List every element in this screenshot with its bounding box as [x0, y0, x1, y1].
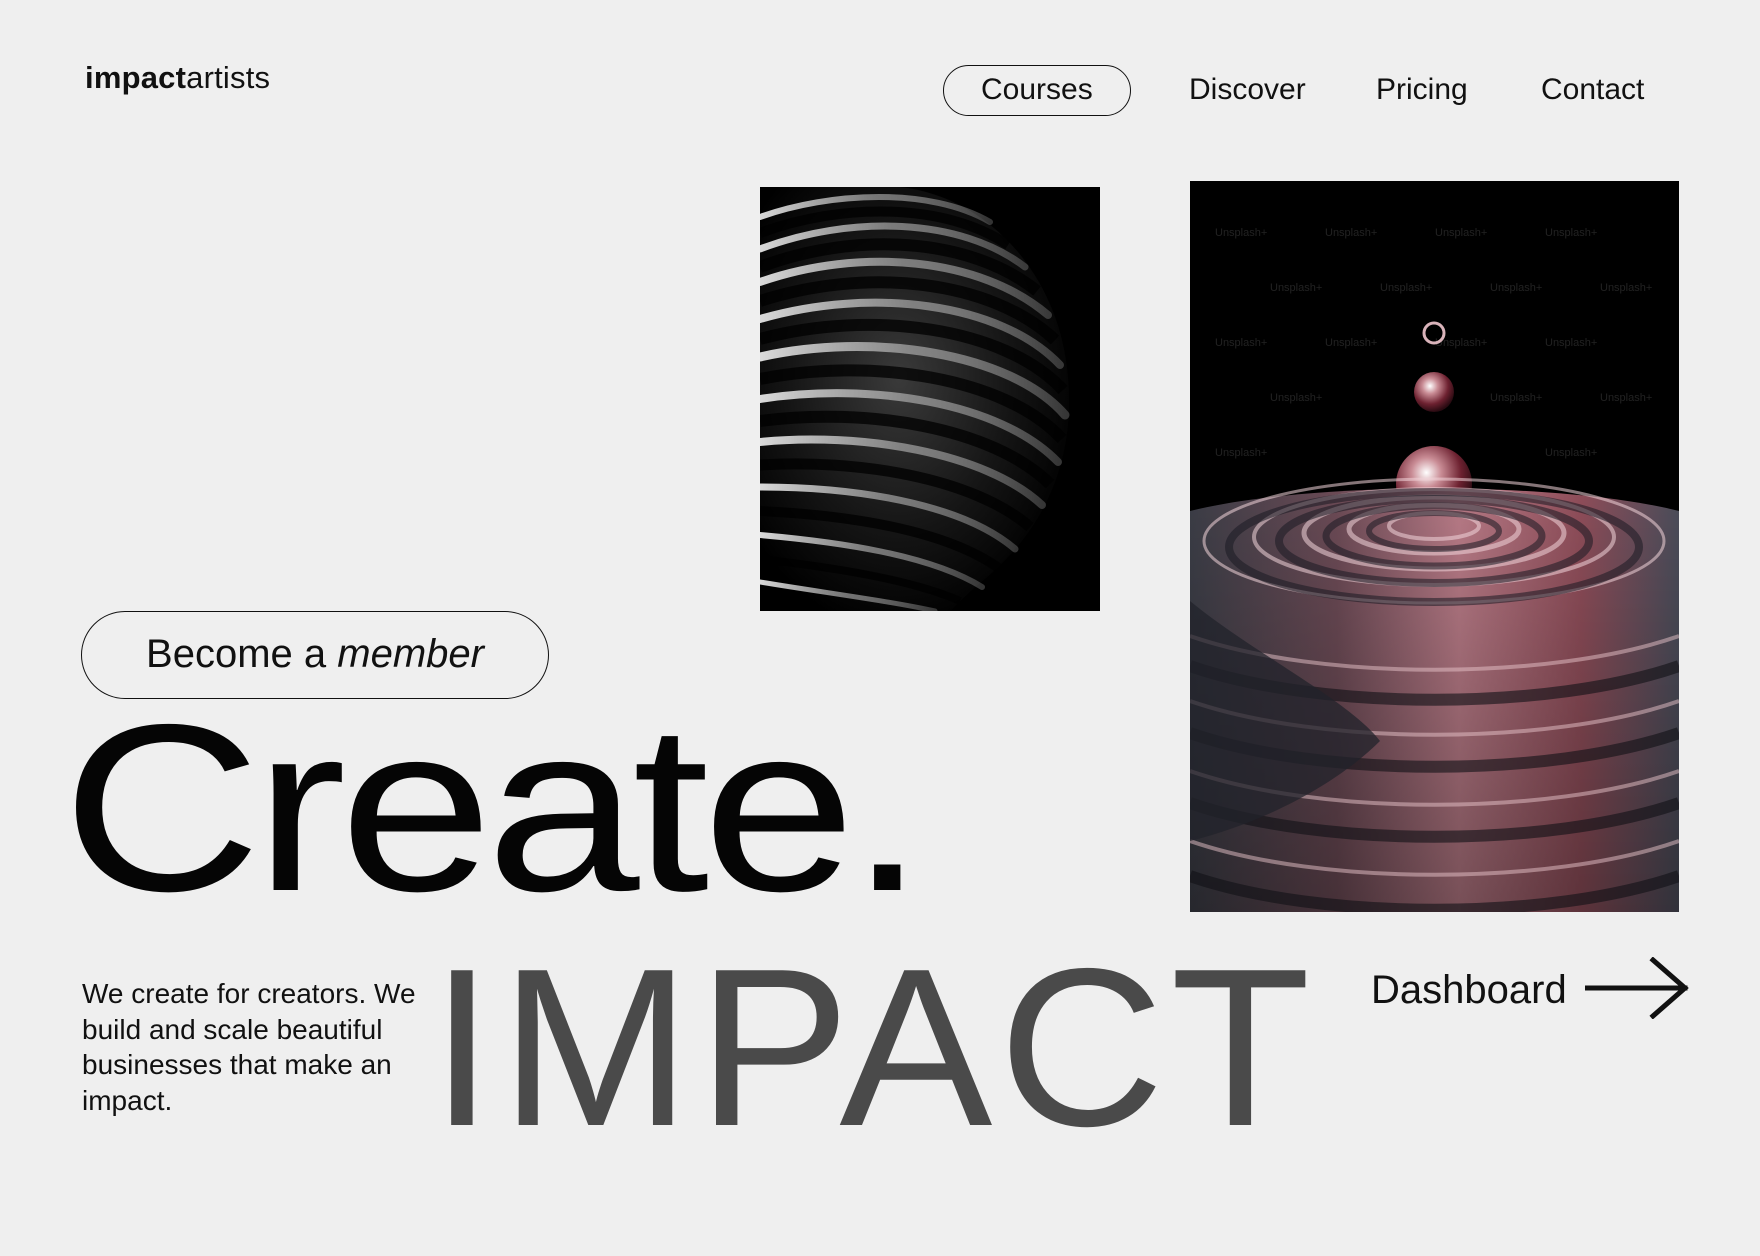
watermark-text: Unsplash+	[1545, 447, 1597, 459]
watermark-text: Unsplash+	[1435, 227, 1487, 239]
liquid-drop-image: Unsplash+ Unsplash+ Unsplash+ Unsplash+ …	[1190, 181, 1679, 912]
watermark-text: Unsplash+	[1215, 337, 1267, 349]
watermark-text: Unsplash+	[1325, 337, 1377, 349]
watermark-text: Unsplash+	[1325, 227, 1377, 239]
hero-big-word: IMPACT	[430, 921, 1317, 1173]
nav-item-courses[interactable]: Courses	[943, 65, 1131, 116]
watermark-text: Unsplash+	[1215, 227, 1267, 239]
brand-name-light: artists	[186, 60, 271, 95]
brand-name-bold: impact	[85, 60, 187, 95]
watermark-text: Unsplash+	[1490, 282, 1542, 294]
member-button-emphasis: member	[337, 632, 484, 676]
ribbed-sphere-image	[760, 187, 1100, 611]
watermark-text: Unsplash+	[1490, 392, 1542, 404]
hero-headline: Create.	[62, 676, 926, 941]
nav-item-contact[interactable]: Contact	[1541, 65, 1644, 115]
nav-item-pricing[interactable]: Pricing	[1376, 65, 1468, 115]
arrow-right-icon	[1584, 955, 1689, 1024]
watermark-text: Unsplash+	[1545, 227, 1597, 239]
member-button-prefix: Become a	[146, 632, 327, 676]
main-nav: Courses Discover Pricing Contact	[943, 65, 1663, 117]
brand-logo[interactable]: impactartists	[85, 60, 270, 96]
watermark-text: Unsplash+	[1215, 447, 1267, 459]
watermark-text: Unsplash+	[1545, 337, 1597, 349]
watermark-text: Unsplash+	[1270, 282, 1322, 294]
dashboard-link[interactable]: Dashboard	[1371, 955, 1689, 1020]
watermark-text: Unsplash+	[1270, 392, 1322, 404]
watermark-text: Unsplash+	[1600, 392, 1652, 404]
hero-tagline: We create for creators. We build and sca…	[82, 978, 416, 1116]
watermark-text: Unsplash+	[1380, 282, 1432, 294]
dashboard-label: Dashboard	[1371, 967, 1567, 1012]
nav-item-discover[interactable]: Discover	[1189, 65, 1306, 115]
watermark-text: Unsplash+	[1600, 282, 1652, 294]
